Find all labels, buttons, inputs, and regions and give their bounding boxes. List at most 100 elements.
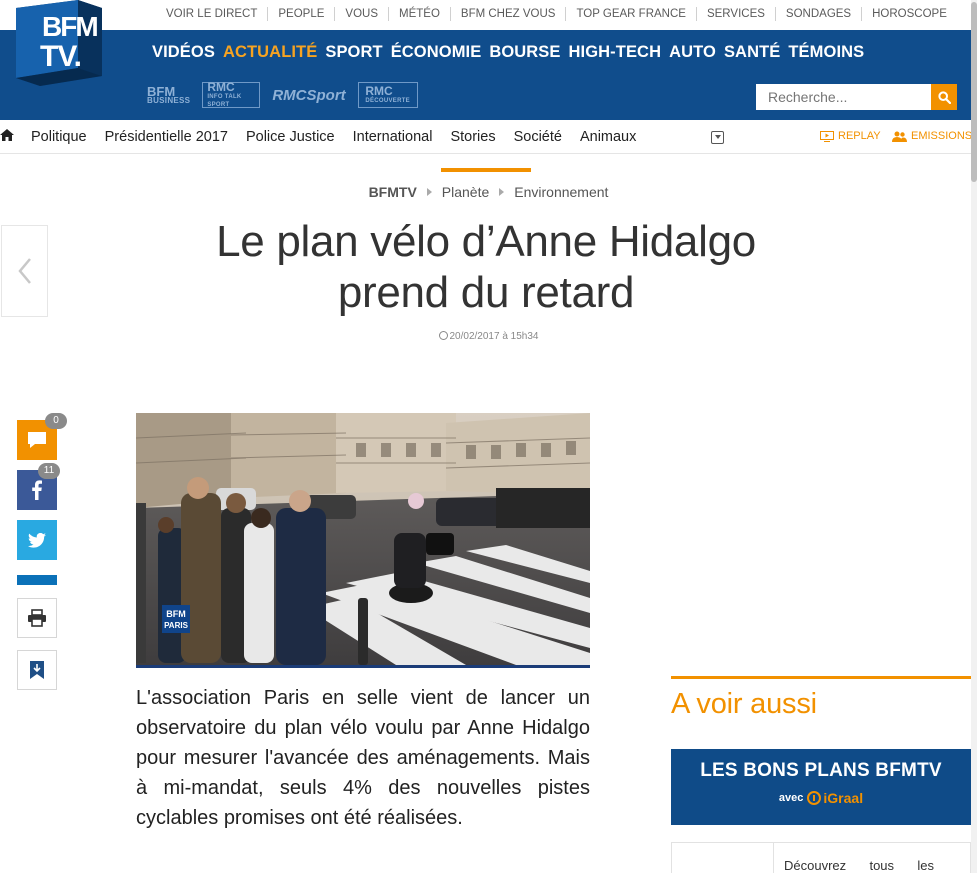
section-link-animaux[interactable]: Animaux [580, 129, 636, 145]
top-links: VOIR LE DIRECT PEOPLE VOUS MÉTÉO BFM CHE… [156, 0, 957, 28]
breadcrumb-planete[interactable]: Planète [442, 184, 489, 200]
emissions-link[interactable]: EMISSIONS [892, 130, 972, 142]
main-nav-sante[interactable]: SANTÉ [724, 43, 780, 62]
chevron-left-icon [17, 258, 31, 284]
article-date: 20/02/2017 à 15h34 [0, 331, 977, 342]
section-link-international[interactable]: International [353, 129, 433, 145]
section-link-societe[interactable]: Société [514, 129, 562, 145]
main-nav-sport[interactable]: SPORT [325, 43, 382, 62]
paris-street-image: BFM PARIS [136, 413, 590, 665]
print-icon [28, 609, 46, 627]
section-link-stories[interactable]: Stories [450, 129, 495, 145]
tv-icon [820, 130, 834, 142]
igraal-logo: iGraal [807, 790, 863, 806]
brand-bfm-business-sub: BUSINESS [147, 95, 191, 105]
top-link-voir-le-direct[interactable]: VOIR LE DIRECT [156, 7, 269, 21]
bons-plans-title: LES BONS PLANS BFMTV [700, 760, 942, 781]
bfmtv-logo[interactable]: BFM TV. [16, 0, 102, 86]
search-input[interactable] [756, 84, 931, 110]
brand-bfm-business-label: BFM [147, 83, 176, 99]
promo-word: Découvrez [784, 858, 847, 873]
article-photo[interactable]: BFM PARIS [136, 413, 590, 668]
brand-rmc-sport-sub: Sport [306, 86, 346, 104]
main-nav-auto[interactable]: AUTO [669, 43, 716, 62]
save-article-button[interactable] [17, 650, 57, 690]
bons-plans-promo-card[interactable]: Découvrez tous les [671, 842, 971, 873]
top-link-services[interactable]: SERVICES [697, 7, 776, 21]
breadcrumb-bfmtv[interactable]: BFMTV [369, 184, 417, 200]
top-link-horoscope[interactable]: HOROSCOPE [862, 7, 957, 21]
twitter-icon [28, 532, 46, 548]
top-link-top-gear-france[interactable]: TOP GEAR FRANCE [566, 7, 697, 21]
promo-divider [773, 843, 774, 873]
a-voir-aussi-heading: A voir aussi [671, 688, 817, 720]
article-lead: L'association Paris en selle vient de la… [136, 687, 590, 829]
bons-plans-partner: avec iGraal [671, 790, 971, 806]
logo-bfm-text: BFM [42, 11, 97, 42]
twitter-share-button[interactable] [17, 520, 57, 560]
site-header: VIDÉOS ACTUALITÉ SPORT ÉCONOMIE BOURSE H… [0, 0, 977, 120]
facebook-share-count: 11 [38, 463, 60, 479]
promo-text: Découvrez tous les [784, 858, 934, 873]
previous-article-button[interactable] [1, 225, 48, 317]
promo-word: les [917, 858, 934, 873]
brand-rmc-talk[interactable]: RMC INFO TALK SPORT [202, 79, 261, 108]
brand-bfm-business[interactable]: BFM BUSINESS [147, 82, 190, 108]
comment-icon [28, 432, 46, 448]
brand-rmc-decouverte-label: RMC [365, 83, 393, 98]
more-sections-dropdown-icon[interactable] [711, 131, 724, 144]
top-link-sondages[interactable]: SONDAGES [776, 7, 863, 21]
search-icon [937, 90, 951, 104]
section-link-police-justice[interactable]: Police Justice [246, 129, 335, 145]
article-title-line-2: prend du retard [337, 268, 635, 317]
brand-rmc-decouverte[interactable]: RMC DÉCOUVERTE [357, 82, 418, 108]
section-accent-line [441, 168, 531, 172]
bookmark-download-icon [30, 661, 44, 679]
brand-rmc-sport-label: RMC [272, 86, 307, 104]
section-link-presidentielle-2017[interactable]: Présidentielle 2017 [105, 129, 228, 145]
main-nav-high-tech[interactable]: HIGH-TECH [569, 43, 662, 62]
print-button[interactable] [17, 598, 57, 638]
breadcrumb-separator-icon [499, 188, 505, 196]
clock-icon [438, 331, 448, 340]
brand-rmc-talk-sub: INFO TALK SPORT [207, 93, 242, 108]
bons-plans-banner[interactable]: LES BONS PLANS BFMTV avec iGraal [671, 749, 971, 825]
igraal-icon [807, 791, 822, 805]
top-link-meteo[interactable]: MÉTÉO [389, 7, 451, 21]
replay-link[interactable]: REPLAY [820, 130, 881, 142]
bons-plans-avec: avec [778, 792, 804, 804]
home-icon[interactable] [0, 128, 14, 142]
facebook-icon [32, 480, 42, 500]
linkedin-share-button[interactable] [17, 575, 57, 585]
emissions-label: EMISSIONS [911, 130, 973, 142]
section-link-politique[interactable]: Politique [31, 129, 87, 145]
breadcrumb-separator-icon [426, 188, 432, 196]
article-date-text: 20/02/2017 à 15h34 [449, 331, 539, 342]
section-nav: Politique Présidentielle 2017 Police Jus… [0, 120, 977, 154]
brand-rmc-sport[interactable]: RMC Sport [272, 82, 345, 108]
brand-rmc-decouverte-sub: DÉCOUVERTE [365, 97, 410, 104]
top-link-vous[interactable]: VOUS [335, 7, 390, 21]
main-nav-bourse[interactable]: BOURSE [489, 43, 560, 62]
main-nav-temoins[interactable]: TÉMOINS [788, 43, 864, 62]
top-link-bfm-chez-vous[interactable]: BFM CHEZ VOUS [451, 7, 567, 21]
a-voir-aussi-section: A voir aussi [671, 676, 971, 721]
comment-count: 0 [45, 413, 67, 429]
search-button[interactable] [931, 84, 957, 110]
section-links: Politique Présidentielle 2017 Police Jus… [31, 120, 654, 154]
photo-watermark-paris: PARIS [164, 621, 189, 630]
article-title-line-1: Le plan vélo d’Anne Hidalgo [216, 217, 756, 266]
promo-word: tous [869, 858, 895, 873]
igraal-label: iGraal [823, 790, 864, 806]
main-nav-economie[interactable]: ÉCONOMIE [391, 43, 482, 62]
people-icon [892, 131, 907, 142]
main-nav-actualite[interactable]: ACTUALITÉ [223, 43, 317, 62]
main-nav-bar: VIDÉOS ACTUALITÉ SPORT ÉCONOMIE BOURSE H… [0, 30, 977, 120]
page-scrollbar-thumb[interactable] [971, 2, 977, 182]
main-nav-videos[interactable]: VIDÉOS [152, 43, 215, 62]
brand-rmc-talk-label: RMC [207, 79, 235, 94]
top-link-people[interactable]: PEOPLE [268, 7, 336, 21]
replay-label: REPLAY [838, 130, 881, 142]
breadcrumb-environnement[interactable]: Environnement [514, 184, 608, 200]
page-scrollbar[interactable] [971, 0, 977, 873]
